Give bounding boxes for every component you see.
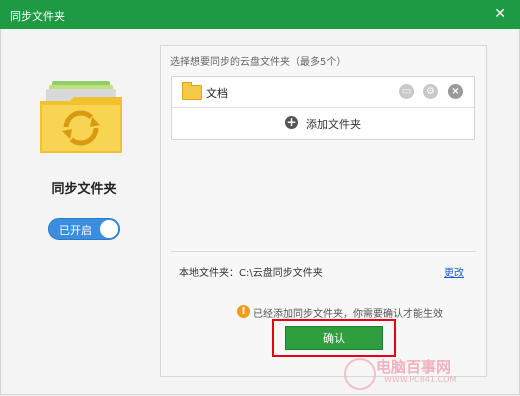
title-bar: 同步文件夹 ✕ bbox=[0, 0, 520, 29]
local-folder-path: 本地文件夹：C:\云盘同步文件夹 bbox=[179, 268, 323, 279]
settings-icon[interactable]: ⚙ bbox=[423, 84, 438, 99]
sync-folder-illustration bbox=[40, 81, 122, 153]
remove-icon[interactable]: × bbox=[448, 84, 463, 99]
folder-name: 文档 bbox=[206, 87, 228, 100]
edit-icon[interactable]: ▭ bbox=[399, 84, 414, 99]
close-icon[interactable]: ✕ bbox=[494, 6, 506, 22]
watermark-line2: WWW.PC841.COM bbox=[384, 375, 457, 384]
sync-toggle[interactable]: 已开启 bbox=[48, 218, 120, 240]
confirm-button[interactable]: 确认 bbox=[285, 326, 383, 350]
folder-list: 文档 ▭ ⚙ × + 添加文件夹 bbox=[171, 76, 475, 140]
info-icon: ! bbox=[237, 305, 250, 318]
panel-hint: 选择想要同步的云盘文件夹（最多5个） bbox=[170, 57, 347, 68]
window-title: 同步文件夹 bbox=[10, 10, 65, 23]
notice-text: 已经添加同步文件夹，你需要确认才能生效 bbox=[253, 309, 443, 320]
left-title: 同步文件夹 bbox=[51, 182, 117, 197]
plus-icon: + bbox=[285, 115, 298, 129]
add-folder-label: 添加文件夹 bbox=[306, 118, 361, 131]
watermark-logo-icon bbox=[344, 358, 376, 390]
toggle-label: 已开启 bbox=[59, 224, 92, 237]
watermark: 电脑百事网 WWW.PC841.COM bbox=[344, 356, 514, 390]
watermark-line1: 电脑百事网 bbox=[376, 358, 452, 376]
add-folder-button[interactable]: + 添加文件夹 bbox=[172, 108, 474, 138]
change-link[interactable]: 更改 bbox=[444, 264, 464, 279]
toggle-knob bbox=[100, 220, 118, 238]
folder-icon bbox=[182, 82, 202, 100]
list-item[interactable]: 文档 ▭ ⚙ × bbox=[172, 77, 474, 108]
divider bbox=[170, 251, 476, 252]
